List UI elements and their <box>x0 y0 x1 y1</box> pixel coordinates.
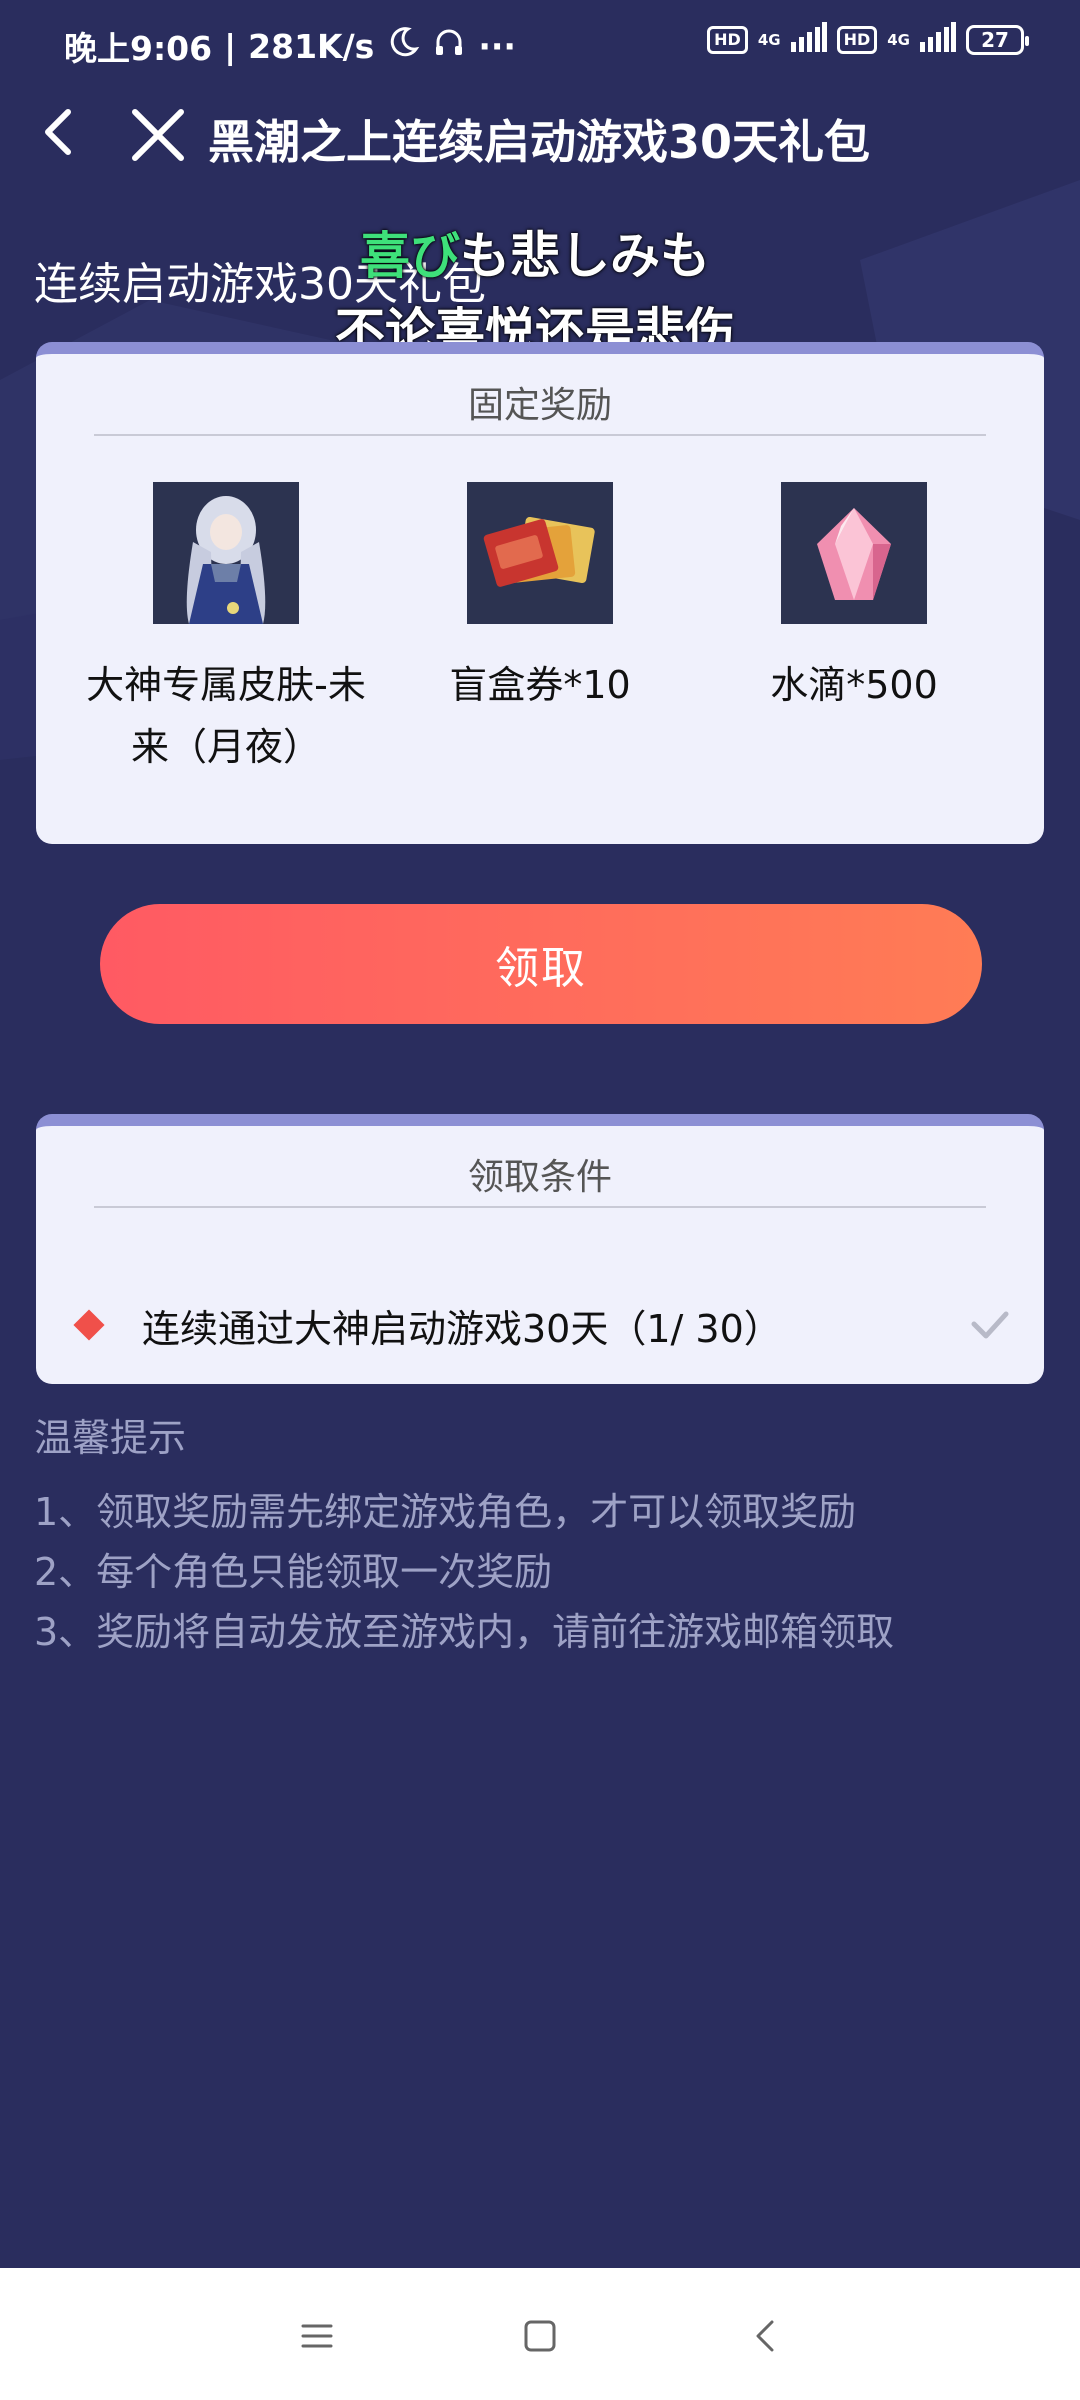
divider <box>94 1206 986 1208</box>
tips-section: 温馨提示 1、领取奖励需先绑定游戏角色，才可以领取奖励 2、每个角色只能领取一次… <box>34 1408 894 1662</box>
tip-item: 1、领取奖励需先绑定游戏角色，才可以领取奖励 <box>34 1490 857 1534</box>
page-title: 黑潮之上连续启动游戏30天礼包 <box>208 115 871 169</box>
status-network-speed: 281K/s <box>248 26 375 66</box>
close-button[interactable] <box>125 102 191 168</box>
floating-lyric-line1: 喜びも悲しみも <box>360 227 710 285</box>
menu-icon[interactable] <box>297 2316 337 2356</box>
home-icon[interactable] <box>520 2316 560 2356</box>
claim-button[interactable]: 领取 <box>100 904 982 1024</box>
signal-icon-2 <box>920 22 956 57</box>
ticket-icon <box>467 482 613 624</box>
more-notifications-icon: ··· <box>478 26 516 66</box>
character-skin-icon <box>153 482 299 624</box>
fixed-rewards-card: 固定奖励 大神专属皮肤-未来（月夜） 盲盒券*10 水滴*500 <box>36 342 1044 844</box>
moon-icon <box>386 25 420 67</box>
reward-item: 水滴*500 <box>704 482 1004 778</box>
rewards-list: 大神专属皮肤-未来（月夜） 盲盒券*10 水滴*500 <box>36 482 1044 778</box>
check-icon <box>971 1311 1009 1339</box>
water-crystal-icon <box>781 482 927 624</box>
tips-title: 温馨提示 <box>34 1416 187 1460</box>
system-navigation-bar <box>0 2268 1080 2400</box>
battery-icon: 27 <box>966 24 1029 55</box>
tip-item: 2、每个角色只能领取一次奖励 <box>34 1550 553 1594</box>
reward-label: 水滴*500 <box>770 663 938 707</box>
hd-badge: HD <box>707 25 748 54</box>
back-arrow-icon <box>45 109 71 155</box>
reward-label: 盲盒券*10 <box>449 663 631 707</box>
signal-icon <box>790 22 827 57</box>
claim-conditions-card: 领取条件 连续通过大神启动游戏30天（1/ 30） <box>36 1114 1044 1384</box>
conditions-card-title: 领取条件 <box>467 1157 612 1198</box>
close-icon <box>132 109 184 161</box>
reward-label: 大神专属皮肤-未来（月夜） <box>86 663 366 769</box>
hd-badge-2: HD <box>836 25 878 54</box>
back-nav-icon[interactable] <box>746 2316 786 2356</box>
divider <box>94 434 986 436</box>
reward-item: 大神专属皮肤-未来（月夜） <box>76 482 376 778</box>
status-bar: 晚上9:06 | 281K/s ··· HD 4G HD 4G 27 <box>0 0 1080 90</box>
reward-item: 盲盒券*10 <box>390 482 690 778</box>
status-time: 晚上9:06 <box>64 29 213 68</box>
back-button[interactable] <box>30 102 90 162</box>
network-type-label-2: 4G <box>887 30 910 49</box>
condition-text: 连续通过大神启动游戏30天（1/ 30） <box>142 1306 782 1351</box>
status-right: HD 4G HD 4G 27 <box>707 22 1029 57</box>
rewards-card-title: 固定奖励 <box>467 385 612 426</box>
network-type-label: 4G <box>757 30 781 49</box>
headphone-icon <box>432 25 466 67</box>
tip-item: 3、奖励将自动发放至游戏内，请前往游戏邮箱领取 <box>34 1610 895 1654</box>
status-separator: | <box>224 26 237 66</box>
diamond-bullet-icon <box>73 1309 105 1341</box>
status-left: 晚上9:06 | 281K/s ··· <box>64 22 516 70</box>
condition-row: 连续通过大神启动游戏30天（1/ 30） <box>72 1290 1012 1360</box>
nav-bar: 黑潮之上连续启动游戏30天礼包 <box>0 90 1080 180</box>
